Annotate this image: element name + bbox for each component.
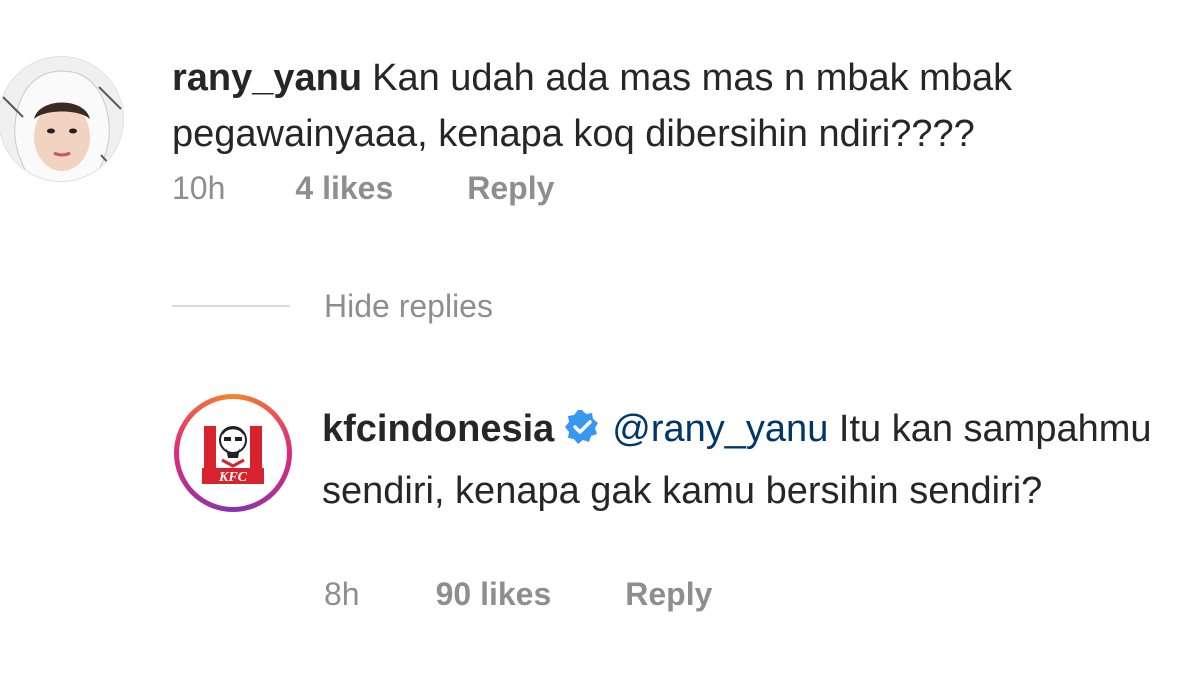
story-ring[interactable]: KFC xyxy=(174,394,292,512)
user-avatar-image xyxy=(0,57,123,181)
comment-reply-button[interactable]: Reply xyxy=(467,170,554,207)
avatar[interactable] xyxy=(0,56,124,182)
reply-time: 8h xyxy=(324,576,360,612)
reply-text: kfcindonesia @rany_yanu Itu kan sampahmu … xyxy=(322,400,1182,520)
avatar: KFC xyxy=(184,404,282,502)
comment-meta: 10h 4 likes Reply xyxy=(172,170,554,207)
kfc-logo-icon: KFC xyxy=(184,404,282,502)
reply-item: KFC kfcindonesia @rany_yanu Itu kan sampa… xyxy=(0,380,1200,640)
comment-username[interactable]: rany_yanu xyxy=(172,57,362,99)
reply-reply-button[interactable]: Reply xyxy=(625,576,712,613)
hide-replies-button[interactable]: Hide replies xyxy=(172,282,493,330)
reply-meta: 8h 90 likes Reply xyxy=(324,576,712,613)
reply-mention-link[interactable]: @rany_yanu xyxy=(612,408,828,450)
comment-likes[interactable]: 4 likes xyxy=(295,170,393,207)
hide-replies-divider xyxy=(172,305,290,307)
kfc-logo-text: KFC xyxy=(218,470,248,485)
verified-badge-icon xyxy=(564,404,600,462)
comment-item: rany_yanu Kan udah ada mas mas n mbak mba… xyxy=(0,0,1200,250)
hide-replies-label: Hide replies xyxy=(324,287,493,324)
reply-username[interactable]: kfcindonesia xyxy=(322,408,554,450)
reply-likes[interactable]: 90 likes xyxy=(436,576,552,613)
comment-text: rany_yanu Kan udah ada mas mas n mbak mba… xyxy=(172,50,1152,162)
comment-time: 10h xyxy=(172,170,226,206)
